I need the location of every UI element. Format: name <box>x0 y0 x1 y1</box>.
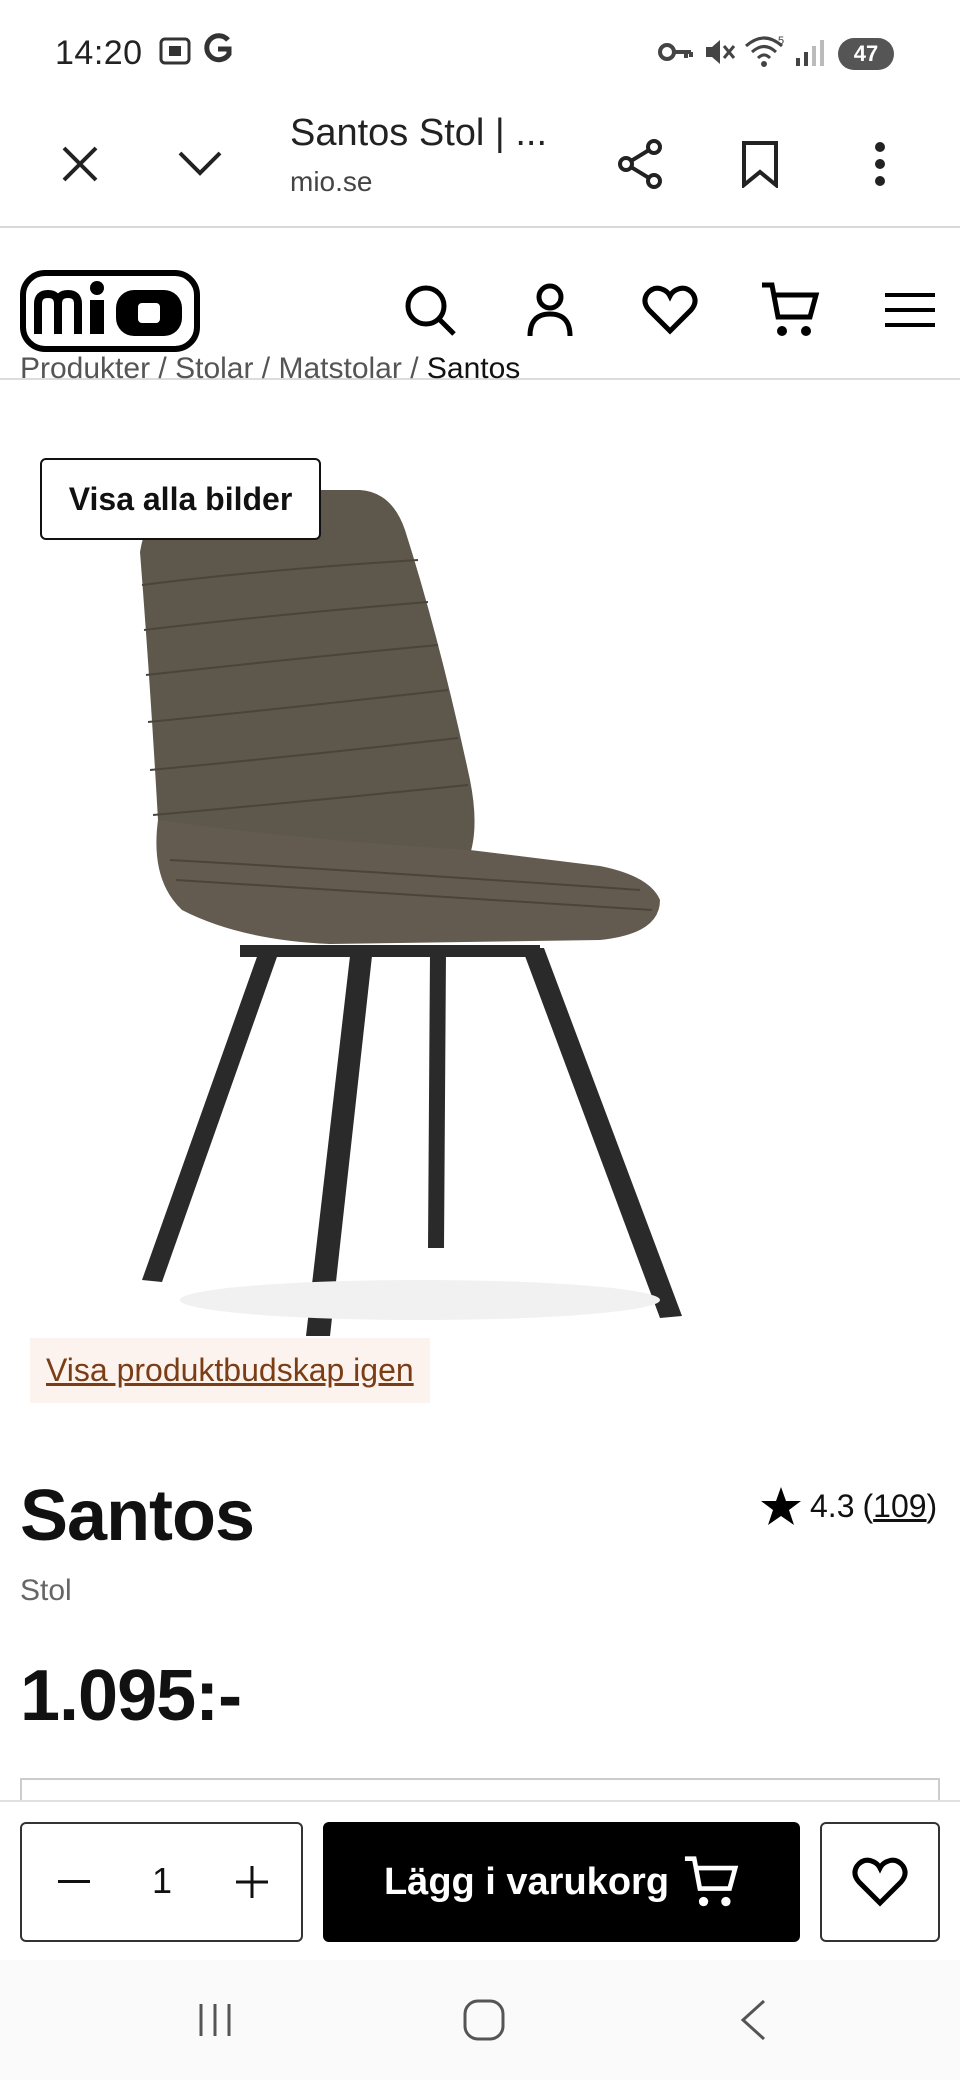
browser-toolbar: Santos Stol | ... mio.se <box>0 100 960 228</box>
user-icon <box>527 283 573 337</box>
signal-icon <box>794 38 826 73</box>
show-product-message: Visa produktbudskap igen <box>30 1338 430 1403</box>
account-button[interactable] <box>510 270 590 350</box>
cart-button[interactable] <box>750 270 830 350</box>
heart-icon <box>642 285 698 335</box>
decrease-quantity-button[interactable] <box>36 1844 112 1920</box>
product-rating[interactable]: 4.3 (109) <box>760 1486 937 1526</box>
home-icon <box>463 1999 505 2041</box>
more-options-button[interactable] <box>842 126 918 202</box>
system-navigation-bar <box>0 1960 960 2080</box>
search-icon <box>405 285 456 336</box>
wishlist-button[interactable] <box>630 270 710 350</box>
quantity-stepper: 1 <box>20 1822 303 1942</box>
product-type: Stol <box>20 1574 72 1607</box>
heart-icon <box>852 1857 908 1907</box>
add-to-wishlist-button[interactable] <box>820 1822 940 1942</box>
tab-url[interactable]: mio.se <box>290 166 372 198</box>
review-count-link[interactable]: 109 <box>873 1488 926 1524</box>
header-shadow-cover <box>0 380 960 384</box>
product-name: Santos <box>20 1476 255 1556</box>
add-to-cart-label: Lägg i varukorg <box>383 1860 670 1903</box>
recent-apps-icon <box>199 2004 231 2036</box>
share-button[interactable] <box>602 126 678 202</box>
rating-value: 4.3 <box>810 1487 855 1524</box>
mute-icon <box>702 36 736 73</box>
status-bar: 14:20 5 47 <box>0 0 960 100</box>
plus-icon <box>236 1866 268 1898</box>
home-button[interactable] <box>434 1980 534 2060</box>
review-count-wrapper: (109) <box>862 1487 938 1524</box>
wifi-icon: 5 <box>744 34 788 75</box>
star-icon <box>761 1487 801 1525</box>
product-image[interactable] <box>0 440 960 1360</box>
svg-text:5: 5 <box>778 35 784 47</box>
mio-logo[interactable] <box>20 270 200 357</box>
more-vertical-icon <box>875 142 885 186</box>
bookmark-icon <box>742 141 778 188</box>
increase-quantity-button[interactable] <box>214 1844 290 1920</box>
g-app-icon <box>202 32 232 73</box>
show-product-message-link[interactable]: Visa produktbudskap igen <box>46 1352 414 1388</box>
add-to-cart-button[interactable]: Lägg i varukorg <box>323 1822 800 1942</box>
close-tab-button[interactable] <box>42 126 118 202</box>
close-icon <box>62 146 98 182</box>
hamburger-menu-icon <box>885 293 935 327</box>
quantity-value[interactable]: 1 <box>132 1860 192 1902</box>
vpn-key-icon <box>658 40 694 69</box>
tab-title: Santos Stol | ... <box>290 112 548 154</box>
bookmark-button[interactable] <box>722 126 798 202</box>
show-all-images-button[interactable]: Visa alla bilder <box>40 458 321 540</box>
cart-icon <box>762 282 820 336</box>
minimize-button[interactable] <box>162 126 238 202</box>
sticky-buy-bar: 1 Lägg i varukorg <box>0 1800 960 1960</box>
back-chevron-icon <box>740 1999 766 2041</box>
cart-icon <box>684 1856 739 1907</box>
recent-apps-button[interactable] <box>165 1980 265 2060</box>
screenshot-icon <box>158 36 192 71</box>
chevron-down-icon <box>178 151 222 176</box>
menu-button[interactable] <box>870 270 950 350</box>
status-time: 14:20 <box>55 34 143 72</box>
minus-icon <box>58 1880 90 1883</box>
product-price: 1.095:- <box>20 1656 242 1736</box>
back-button[interactable] <box>703 1980 803 2060</box>
battery-indicator: 47 <box>838 38 894 70</box>
share-icon <box>618 139 662 189</box>
search-button[interactable] <box>390 270 470 350</box>
